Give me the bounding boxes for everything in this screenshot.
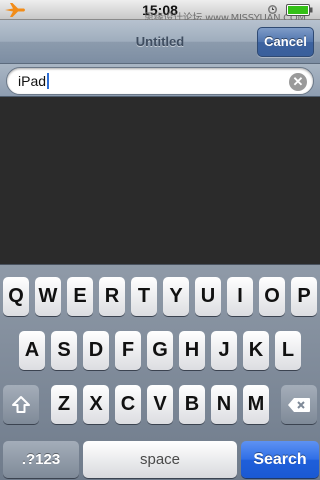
search-key[interactable]: Search <box>241 441 319 478</box>
key-g[interactable]: G <box>147 331 173 370</box>
clear-icon[interactable]: ✕ <box>289 73 307 91</box>
search-bar: iPad ✕ <box>0 64 320 97</box>
status-bar: 15:08 思缘设计论坛 www.MISSYUAN.COM <box>0 0 320 24</box>
key-d[interactable]: D <box>83 331 109 370</box>
key-c[interactable]: C <box>115 385 141 424</box>
key-r[interactable]: R <box>99 277 125 316</box>
key-f[interactable]: F <box>115 331 141 370</box>
key-i[interactable]: I <box>227 277 253 316</box>
cancel-button[interactable]: Cancel <box>257 27 314 57</box>
key-s[interactable]: S <box>51 331 77 370</box>
numbers-key[interactable]: .?123 <box>3 441 79 478</box>
shift-key[interactable] <box>3 385 39 424</box>
shift-icon <box>12 396 30 413</box>
delete-key[interactable] <box>281 385 317 424</box>
key-q[interactable]: Q <box>3 277 29 316</box>
battery-icon <box>286 4 313 16</box>
key-n[interactable]: N <box>211 385 237 424</box>
key-x[interactable]: X <box>83 385 109 424</box>
key-t[interactable]: T <box>131 277 157 316</box>
key-y[interactable]: Y <box>163 277 189 316</box>
key-m[interactable]: M <box>243 385 269 424</box>
key-b[interactable]: B <box>179 385 205 424</box>
content-area <box>0 98 320 264</box>
alarm-icon <box>268 5 277 14</box>
key-h[interactable]: H <box>179 331 205 370</box>
key-v[interactable]: V <box>147 385 173 424</box>
key-l[interactable]: L <box>275 331 301 370</box>
key-e[interactable]: E <box>67 277 93 316</box>
key-p[interactable]: P <box>291 277 317 316</box>
keyboard: Q W E R T Y U I O P A S D F G H J K L Z … <box>0 264 320 480</box>
key-k[interactable]: K <box>243 331 269 370</box>
space-key[interactable]: space <box>83 441 237 478</box>
key-w[interactable]: W <box>35 277 61 316</box>
search-input[interactable]: iPad ✕ <box>6 67 314 95</box>
delete-icon <box>288 398 310 412</box>
key-j[interactable]: J <box>211 331 237 370</box>
key-a[interactable]: A <box>19 331 45 370</box>
search-input-value: iPad <box>18 73 50 89</box>
key-u[interactable]: U <box>195 277 221 316</box>
key-z[interactable]: Z <box>51 385 77 424</box>
navigation-bar: Untitled Cancel <box>0 20 320 64</box>
text-cursor <box>47 73 50 89</box>
key-o[interactable]: O <box>259 277 285 316</box>
